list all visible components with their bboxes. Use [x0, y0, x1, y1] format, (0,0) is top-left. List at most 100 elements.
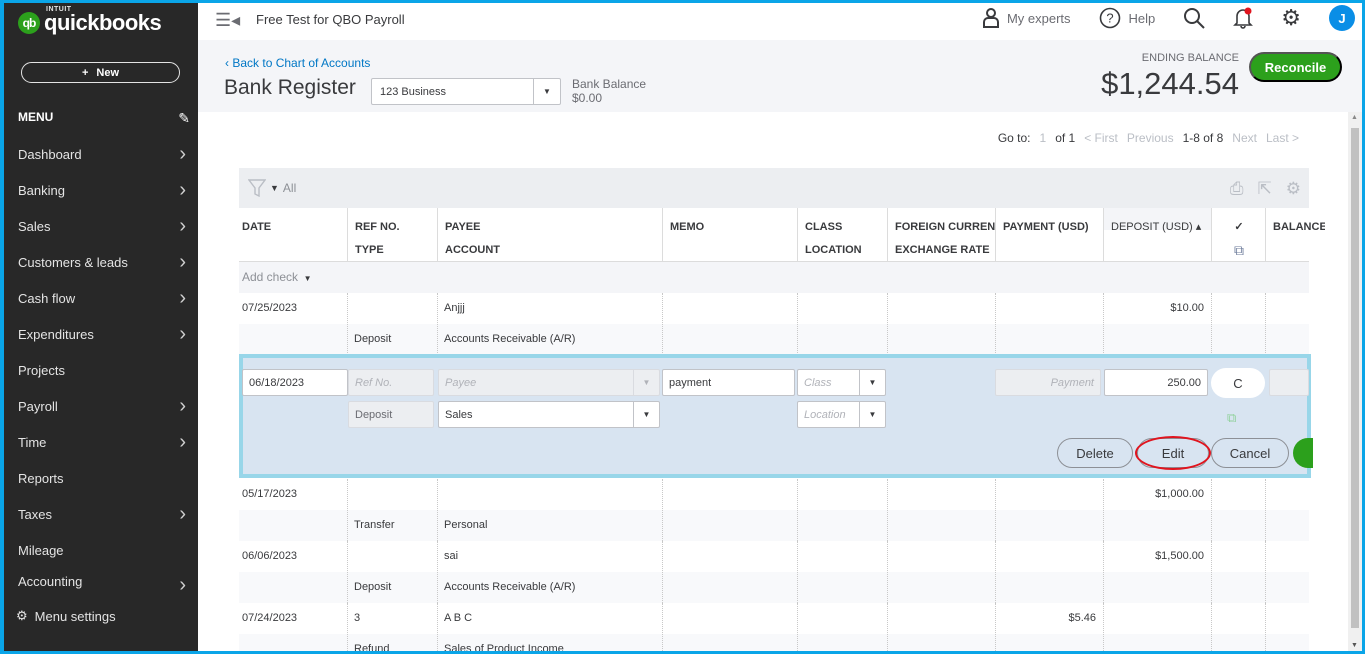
column-divider — [662, 603, 663, 651]
sidebar-item-dashboard[interactable]: Dashboard› — [0, 136, 198, 172]
column-header[interactable]: DEPOSIT (USD) ▴ — [1103, 208, 1211, 261]
column-header-top: MEMO — [670, 216, 791, 239]
ending-balance-label: ENDING BALANCE — [1101, 52, 1239, 64]
back-to-chart-of-accounts-link[interactable]: ‹ Back to Chart of Accounts — [225, 56, 370, 70]
sidebar-item-mileage[interactable]: Mileage — [0, 532, 198, 568]
column-header[interactable]: ✓⧉ — [1211, 208, 1265, 261]
column-header[interactable]: CLASSLOCATION — [797, 208, 887, 261]
chevron-right-icon: › — [179, 179, 186, 202]
next-page-link[interactable]: Next — [1232, 131, 1257, 145]
date-input[interactable]: 06/18/2023 — [242, 369, 348, 396]
export-icon[interactable]: ⇱ — [1258, 179, 1272, 199]
column-divider — [347, 541, 348, 603]
column-divider — [347, 293, 348, 355]
sidebar-item-taxes[interactable]: Taxes› — [0, 496, 198, 532]
chevron-right-icon: › — [179, 395, 186, 418]
search-icon — [1183, 7, 1205, 29]
help-label: Help — [1129, 11, 1156, 26]
collapse-menu-icon[interactable]: ☰◂ — [215, 10, 240, 31]
payee-select[interactable]: Payee▼ — [438, 369, 660, 396]
column-header-top: PAYMENT (USD) — [1003, 216, 1097, 239]
help-icon: ? — [1099, 7, 1121, 29]
column-header[interactable]: DATE — [239, 208, 347, 261]
column-divider — [995, 479, 996, 541]
grid-settings-icon[interactable]: ⚙ — [1286, 179, 1301, 199]
deposit-cell — [1103, 603, 1211, 634]
last-page-link[interactable]: Last > — [1266, 131, 1299, 145]
payment-input[interactable]: Payment — [995, 369, 1101, 396]
sidebar-item-customers-leads[interactable]: Customers & leads› — [0, 244, 198, 280]
sidebar-item-label: Mileage — [18, 543, 64, 558]
sidebar-item-cash-flow[interactable]: Cash flow› — [0, 280, 198, 316]
help-button[interactable]: ? Help — [1099, 7, 1156, 29]
type-cell: Transfer — [347, 510, 437, 541]
column-header[interactable]: BALANCE — [1265, 208, 1325, 261]
column-divider — [1103, 603, 1104, 651]
page-input[interactable]: 1 — [1040, 131, 1047, 145]
sidebar-item-payroll[interactable]: Payroll› — [0, 388, 198, 424]
quickbooks-logo[interactable]: qb INTUIT quickbooks — [18, 8, 161, 38]
account-select[interactable]: 123 Business ▼ — [371, 78, 561, 105]
column-header[interactable]: PAYMENT (USD) — [995, 208, 1103, 261]
caret-down-icon: ▼ — [533, 79, 560, 104]
row-line-2: DepositAccounts Receivable (A/R) — [239, 324, 1309, 355]
edit-button[interactable]: Edit — [1137, 438, 1209, 468]
sidebar-item-label: Banking — [18, 183, 65, 198]
add-check-button[interactable]: Add check ▼ — [239, 262, 1309, 293]
page-scrollbar[interactable]: ▲ ▼ — [1348, 112, 1362, 651]
column-divider — [797, 479, 798, 541]
column-header[interactable]: MEMO — [662, 208, 797, 261]
scroll-down-icon[interactable]: ▼ — [1351, 642, 1358, 649]
table-row[interactable]: 06/06/2023sai$1,500.00DepositAccounts Re… — [239, 541, 1309, 603]
column-header[interactable]: REF NO.TYPE — [347, 208, 437, 261]
cleared-status-toggle[interactable]: C — [1211, 368, 1265, 398]
column-header[interactable]: FOREIGN CURRENCYEXCHANGE RATE — [887, 208, 995, 261]
sidebar-item-projects[interactable]: Projects — [0, 352, 198, 388]
reconcile-button[interactable]: Reconcile — [1249, 52, 1342, 82]
column-divider — [1211, 479, 1212, 541]
attachment-icon[interactable]: ⧉ — [1227, 410, 1236, 426]
sidebar-item-banking[interactable]: Banking › — [0, 172, 198, 208]
column-header[interactable]: PAYEEACCOUNT — [437, 208, 662, 261]
cancel-button[interactable]: Cancel — [1211, 438, 1289, 468]
column-header-top: DATE — [242, 216, 341, 239]
scrollbar-thumb[interactable] — [1351, 128, 1359, 628]
my-experts-button[interactable]: My experts — [983, 8, 1071, 28]
table-row[interactable]: 05/17/2023$1,000.00TransferPersonal — [239, 479, 1309, 541]
column-header-top: PAYEE — [445, 216, 656, 239]
column-header-bottom: ACCOUNT — [445, 239, 656, 261]
table-row[interactable]: 07/24/20233A B C$5.46RefundSales of Prod… — [239, 603, 1309, 651]
new-button[interactable]: +New — [21, 62, 180, 83]
column-header-bottom: TYPE — [355, 239, 431, 261]
location-select[interactable]: Location▼ — [797, 401, 886, 428]
first-page-link[interactable]: < First — [1084, 131, 1118, 145]
menu-settings-button[interactable]: ⚙ Menu settings — [16, 608, 116, 624]
deposit-input[interactable]: 250.00 — [1104, 369, 1208, 396]
previous-page-link[interactable]: Previous — [1127, 131, 1174, 145]
scroll-up-icon[interactable]: ▲ — [1351, 114, 1358, 121]
column-divider — [887, 293, 888, 355]
type-cell: Deposit — [347, 324, 437, 355]
print-icon[interactable]: ⎙ — [1230, 179, 1244, 199]
pencil-icon[interactable]: ✎ — [178, 110, 190, 127]
delete-button[interactable]: Delete — [1057, 438, 1133, 468]
table-row[interactable]: 07/25/2023Anjjj$10.00DepositAccounts Rec… — [239, 293, 1309, 355]
save-button[interactable] — [1293, 438, 1313, 468]
memo-input[interactable]: payment — [662, 369, 795, 396]
ref-no-input[interactable]: Ref No. — [348, 369, 434, 396]
sidebar-item-time[interactable]: Time› — [0, 424, 198, 460]
search-button[interactable] — [1183, 7, 1205, 29]
bank-balance: Bank Balance $0.00 — [572, 77, 646, 105]
filter-button[interactable]: ▼ All — [248, 179, 296, 197]
avatar[interactable]: J — [1329, 5, 1355, 31]
sidebar-item-accounting[interactable]: Accounting› — [0, 568, 198, 590]
notifications-button[interactable] — [1233, 7, 1253, 29]
settings-button[interactable]: ⚙ — [1281, 5, 1301, 31]
sidebar-item-sales[interactable]: Sales› — [0, 208, 198, 244]
sidebar-item-reports[interactable]: Reports — [0, 460, 198, 496]
account-select[interactable]: Sales▼ — [438, 401, 660, 428]
class-select[interactable]: Class▼ — [797, 369, 886, 396]
column-divider — [797, 603, 798, 651]
sidebar-item-expenditures[interactable]: Expenditures› — [0, 316, 198, 352]
payment-cell: $5.46 — [995, 603, 1103, 634]
